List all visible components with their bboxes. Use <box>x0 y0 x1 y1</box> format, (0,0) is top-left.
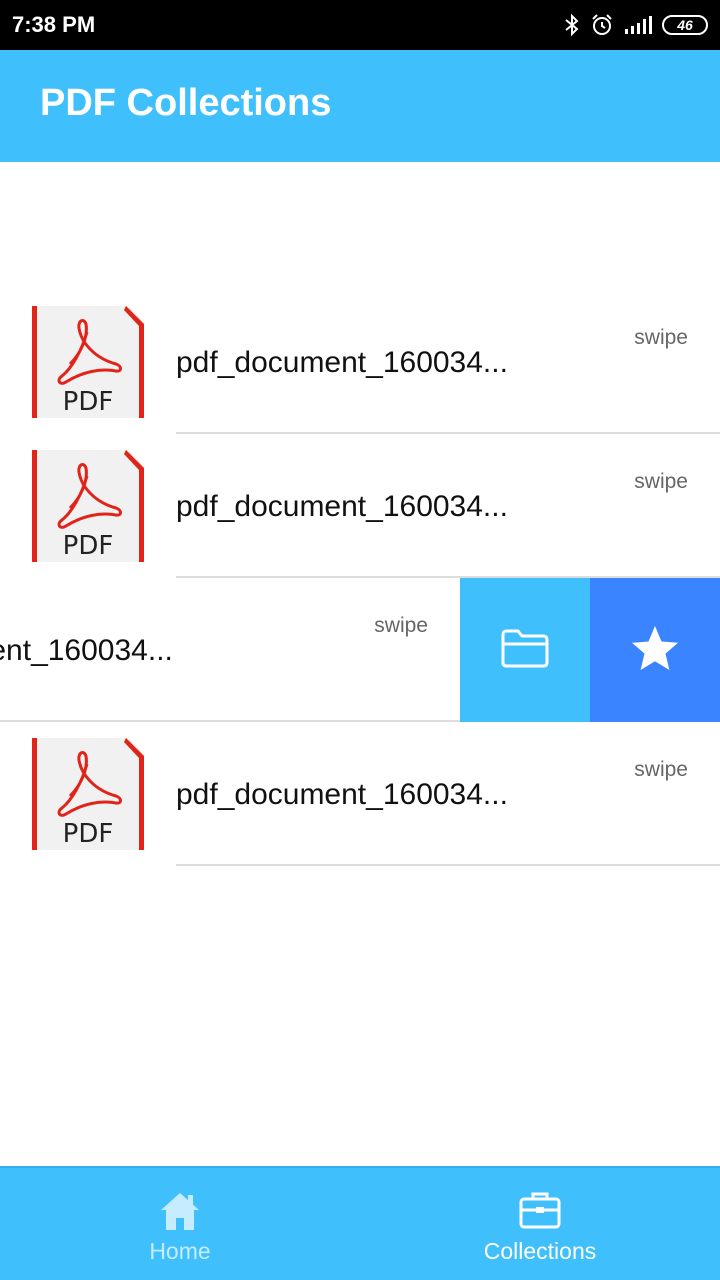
pdf-file-icon: PDF <box>32 306 144 418</box>
page-title: PDF Collections <box>40 82 332 124</box>
list-item-content[interactable]: PDF pdf_document_160034... swipe <box>0 722 720 866</box>
list-item[interactable]: PDF pdf_document_160034... swipe <box>0 434 720 578</box>
svg-text:PDF: PDF <box>63 819 114 849</box>
list-item-content[interactable]: PDF pdf_document_160034... swipe <box>0 434 720 578</box>
home-icon <box>158 1190 202 1237</box>
file-name: pdf_document_160034... <box>176 346 508 379</box>
list-item[interactable]: PDF ocument_160034... swipe <box>0 578 720 722</box>
file-name: ocument_160034... <box>0 634 173 667</box>
file-name: pdf_document_160034... <box>176 778 508 811</box>
star-icon <box>630 624 680 677</box>
swipe-hint: swipe <box>634 758 688 781</box>
briefcase-icon <box>518 1190 562 1235</box>
list-item-content[interactable]: PDF ocument_160034... swipe <box>0 578 460 722</box>
app-bar: PDF Collections <box>0 50 720 162</box>
svg-text:PDF: PDF <box>63 387 114 417</box>
file-list: PDF pdf_document_160034... swipe PDF pdf… <box>0 290 720 866</box>
pdf-file-icon: PDF <box>32 450 144 562</box>
bottom-nav: Home Collections <box>0 1166 720 1280</box>
divider <box>176 864 720 866</box>
nav-collections[interactable]: Collections <box>360 1168 720 1280</box>
svg-text:PDF: PDF <box>63 531 114 561</box>
status-time: 7:38 PM <box>12 12 96 37</box>
nav-home[interactable]: Home <box>0 1168 360 1280</box>
file-name: pdf_document_160034... <box>176 490 508 523</box>
status-bar: 7:38 PM 46 <box>0 0 720 50</box>
swipe-hint: swipe <box>634 326 688 349</box>
list-item[interactable]: PDF pdf_document_160034... swipe <box>0 722 720 866</box>
open-folder-button[interactable] <box>460 578 590 722</box>
status-icons: 46 <box>564 10 708 40</box>
bluetooth-icon <box>564 13 580 37</box>
folder-open-icon <box>500 627 550 674</box>
list-item-content[interactable]: PDF pdf_document_160034... swipe <box>0 290 720 434</box>
nav-collections-label: Collections <box>483 1238 597 1264</box>
swipe-hint: swipe <box>634 470 688 493</box>
nav-home-label: Home <box>149 1238 211 1264</box>
swipe-actions <box>460 578 720 722</box>
alarm-icon <box>590 13 614 37</box>
favorite-button[interactable] <box>590 578 720 722</box>
list-item[interactable]: PDF pdf_document_160034... swipe <box>0 290 720 434</box>
battery-icon: 46 <box>662 15 708 35</box>
signal-icon <box>624 15 652 35</box>
swipe-hint: swipe <box>374 614 428 637</box>
pdf-file-icon: PDF <box>32 738 144 850</box>
